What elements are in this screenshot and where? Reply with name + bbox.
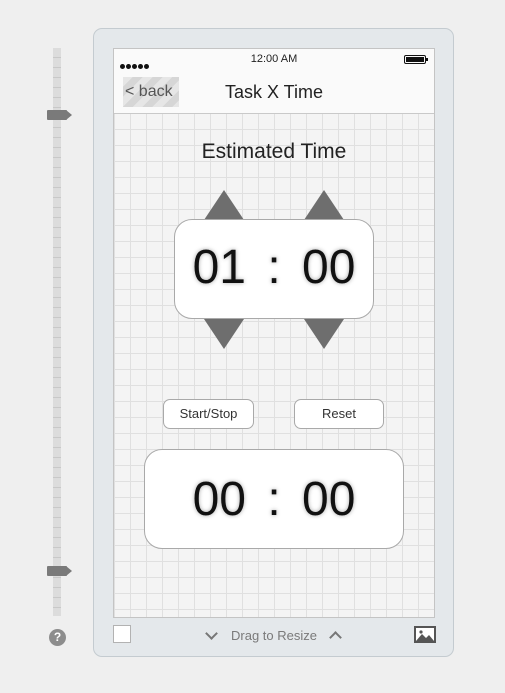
hours-up-arrow-icon[interactable] xyxy=(204,190,244,220)
image-icon[interactable] xyxy=(414,626,436,643)
phone-screen: 12:00 AM < back Task X Time Estimated Ti… xyxy=(113,48,435,618)
ruler-top-handle[interactable] xyxy=(47,110,73,120)
drag-to-resize-label[interactable]: Drag to Resize xyxy=(231,628,317,643)
timer-seconds: 00 xyxy=(302,473,356,526)
minutes-up-arrow-icon[interactable] xyxy=(304,190,344,220)
start-stop-button[interactable]: Start/Stop xyxy=(163,399,254,429)
minutes-down-arrow-icon[interactable] xyxy=(304,319,344,349)
frame-checkbox[interactable] xyxy=(113,625,131,643)
reset-button[interactable]: Reset xyxy=(294,399,384,429)
estimated-minutes: 00 xyxy=(302,241,356,294)
timer-minutes: 00 xyxy=(192,473,246,526)
page-title: Task X Time xyxy=(224,82,324,102)
estimated-time-heading: Estimated Time xyxy=(201,140,347,163)
timer-separator: : xyxy=(267,473,281,526)
estimated-hours: 01 xyxy=(192,241,246,294)
ruler-bottom-handle[interactable] xyxy=(47,566,73,576)
help-icon[interactable]: ? xyxy=(49,629,66,646)
battery-icon xyxy=(404,55,428,64)
status-time: 12:00 AM xyxy=(250,53,298,65)
timer-display: 00 : 00 xyxy=(144,449,404,549)
estimated-separator: : xyxy=(267,241,281,294)
hours-down-arrow-icon[interactable] xyxy=(204,319,244,349)
navigation-bar: < back Task X Time xyxy=(114,69,434,114)
status-bar: 12:00 AM xyxy=(114,49,434,69)
height-ruler xyxy=(53,48,61,616)
estimated-time-display: 01 : 00 xyxy=(174,219,374,319)
